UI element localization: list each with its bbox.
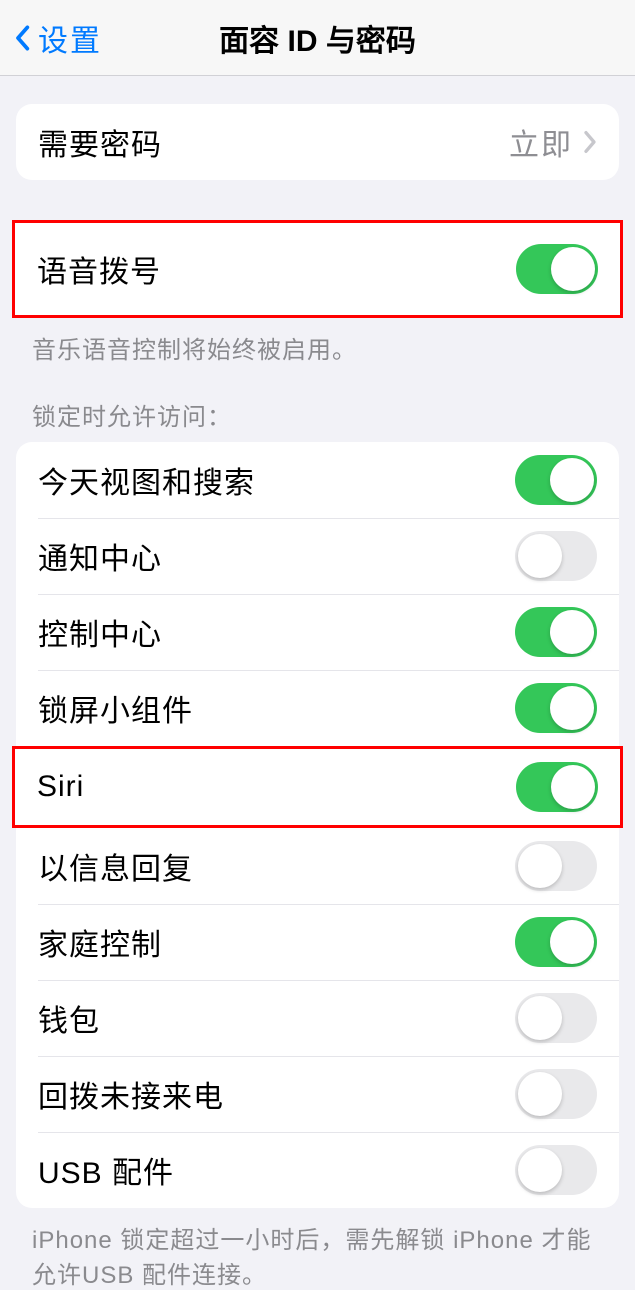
- notification-center-toggle[interactable]: [515, 531, 597, 581]
- chevron-right-icon: [583, 130, 597, 154]
- reply-with-message-row: 以信息回复: [16, 828, 619, 904]
- today-view-label: 今天视图和搜索: [38, 458, 515, 502]
- lock-screen-widgets-label: 锁屏小组件: [38, 686, 515, 730]
- siri-toggle[interactable]: [516, 762, 598, 812]
- notification-center-label: 通知中心: [38, 534, 515, 578]
- control-center-label: 控制中心: [38, 610, 515, 654]
- usb-accessories-label: USB 配件: [38, 1148, 515, 1192]
- return-missed-calls-row: 回拨未接来电: [16, 1056, 619, 1132]
- usb-accessories-toggle[interactable]: [515, 1145, 597, 1195]
- require-passcode-label: 需要密码: [38, 120, 509, 164]
- page-title: 面容 ID 与密码: [219, 16, 416, 60]
- chevron-left-icon: [12, 22, 32, 54]
- return-missed-calls-toggle[interactable]: [515, 1069, 597, 1119]
- lock-screen-widgets-row: 锁屏小组件: [16, 670, 619, 746]
- notification-center-row: 通知中心: [16, 518, 619, 594]
- back-button[interactable]: 设置: [0, 16, 102, 60]
- control-center-toggle[interactable]: [515, 607, 597, 657]
- lock-access-group-bottom: 以信息回复 家庭控制 钱包 回拨未接来电 USB 配件: [16, 828, 619, 1208]
- lock-screen-widgets-toggle[interactable]: [515, 683, 597, 733]
- voice-dial-toggle[interactable]: [516, 244, 598, 294]
- home-control-row: 家庭控制: [16, 904, 619, 980]
- navigation-bar: 设置 面容 ID 与密码: [0, 0, 635, 76]
- siri-label: Siri: [37, 770, 516, 804]
- siri-highlight: Siri: [12, 746, 623, 828]
- today-view-toggle[interactable]: [515, 455, 597, 505]
- require-passcode-row[interactable]: 需要密码 立即: [16, 104, 619, 180]
- home-control-toggle[interactable]: [515, 917, 597, 967]
- require-passcode-value: 立即: [509, 120, 573, 164]
- wallet-row: 钱包: [16, 980, 619, 1056]
- lock-access-header: 锁定时允许访问：: [0, 397, 635, 442]
- voice-dial-label: 语音拨号: [37, 247, 516, 291]
- wallet-label: 钱包: [38, 996, 515, 1040]
- usb-accessories-row: USB 配件: [16, 1132, 619, 1208]
- wallet-toggle[interactable]: [515, 993, 597, 1043]
- voice-dial-highlight: 语音拨号: [12, 220, 623, 318]
- voice-dial-footer: 音乐语音控制将始终被启用。: [0, 318, 635, 365]
- siri-row: Siri: [15, 749, 620, 825]
- voice-dial-row: 语音拨号: [15, 223, 620, 315]
- reply-with-message-label: 以信息回复: [38, 844, 515, 888]
- return-missed-calls-label: 回拨未接来电: [38, 1072, 515, 1116]
- home-control-label: 家庭控制: [38, 920, 515, 964]
- today-view-row: 今天视图和搜索: [16, 442, 619, 518]
- back-label: 设置: [38, 16, 102, 60]
- require-passcode-group: 需要密码 立即: [16, 104, 619, 180]
- usb-footer: iPhone 锁定超过一小时后，需先解锁 iPhone 才能允许USB 配件连接…: [0, 1208, 635, 1290]
- lock-access-group-top: 今天视图和搜索 通知中心 控制中心 锁屏小组件: [16, 442, 619, 746]
- reply-with-message-toggle[interactable]: [515, 841, 597, 891]
- toggle-knob: [551, 247, 595, 291]
- control-center-row: 控制中心: [16, 594, 619, 670]
